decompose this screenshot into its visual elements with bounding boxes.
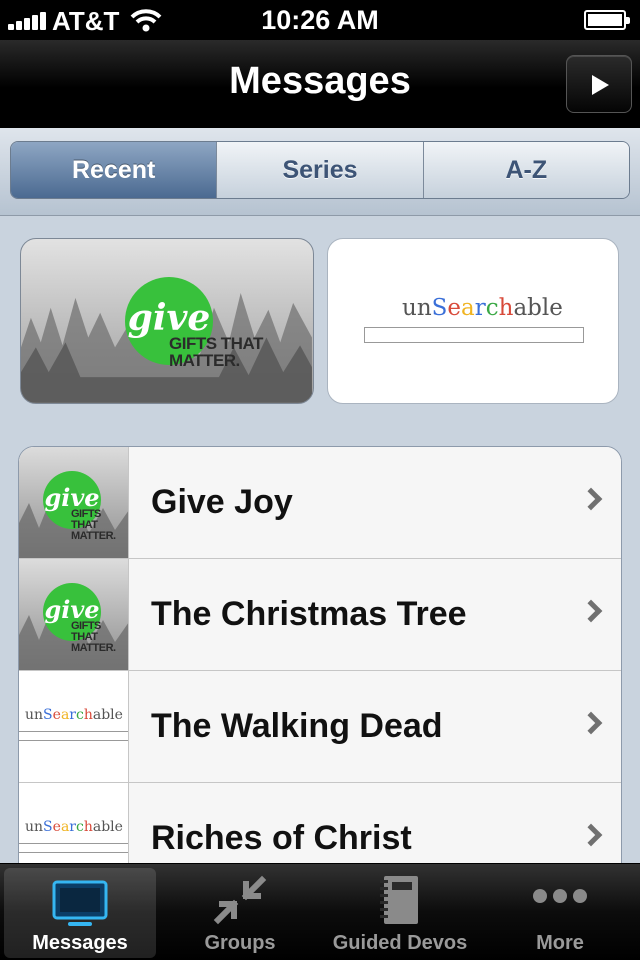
status-time: 10:26 AM <box>261 5 379 35</box>
chevron-right-icon <box>579 711 603 735</box>
segment-series[interactable]: Series <box>217 142 424 198</box>
featured-series-unsearchable[interactable]: unSearchable <box>327 238 619 404</box>
play-button[interactable] <box>566 55 632 113</box>
featured-series-give[interactable]: give GIFTS THAT MATTER. <box>20 238 314 404</box>
unsearchable-search-box <box>19 843 128 853</box>
message-title: The Walking Dead <box>151 707 443 745</box>
tab-messages[interactable]: Messages <box>4 868 156 958</box>
tab-label: Guided Devos <box>332 932 468 954</box>
chevron-right-icon <box>579 599 603 623</box>
message-thumbnail: give GIFTS THAT MATTER. <box>19 447 129 558</box>
segment-a-z[interactable]: A-Z <box>423 142 629 198</box>
page-title: Messages <box>229 60 411 102</box>
message-list: give GIFTS THAT MATTER. Give Joy give GI… <box>18 446 622 863</box>
message-title: The Christmas Tree <box>151 595 467 633</box>
content-area: give GIFTS THAT MATTER. unSearchable giv… <box>0 216 640 863</box>
status-bar: AT&T 10:26 AM <box>0 0 640 40</box>
message-thumbnail: unSearchable <box>19 671 129 782</box>
list-item[interactable]: unSearchable Riches of Christ <box>19 783 621 863</box>
segment-toolbar: Recent Series A-Z <box>0 128 640 216</box>
logo-part-s: S <box>431 295 448 321</box>
logo-part-a: a <box>461 295 475 321</box>
list-item[interactable]: give GIFTS THAT MATTER. Give Joy <box>19 447 621 559</box>
logo-part-r: r <box>474 295 486 321</box>
logo-part-able: able <box>513 295 563 321</box>
logo-part-e: e <box>447 295 462 321</box>
tab-label: Groups <box>204 932 276 954</box>
give-tagline: GIFTS THAT MATTER. <box>169 334 263 370</box>
notebook-icon <box>380 876 418 924</box>
logo-part-h: h <box>498 295 514 321</box>
collapse-arrows-icon <box>213 875 267 925</box>
give-tagline: GIFTS THAT MATTER. <box>71 620 116 654</box>
unsearchable-search-box <box>19 731 128 741</box>
tab-label: Messages <box>32 932 128 954</box>
more-dots-icon <box>533 889 587 903</box>
logo-part-un: un <box>402 295 432 321</box>
monitor-icon <box>52 880 108 926</box>
tab-bar: Messages Groups Guided Devos More <box>0 863 640 960</box>
message-thumbnail: give GIFTS THAT MATTER. <box>19 559 129 670</box>
unsearchable-logo: unSearchable <box>25 707 123 723</box>
navigation-bar: Messages <box>0 40 640 128</box>
list-item[interactable]: unSearchable The Walking Dead <box>19 671 621 783</box>
chevron-right-icon <box>579 823 603 847</box>
play-icon <box>592 75 609 95</box>
list-item[interactable]: give GIFTS THAT MATTER. The Christmas Tr… <box>19 559 621 671</box>
give-tagline: GIFTS THAT MATTER. <box>71 508 116 542</box>
message-title: Give Joy <box>151 483 293 521</box>
tab-groups[interactable]: Groups <box>160 864 320 960</box>
segment-recent[interactable]: Recent <box>11 142 218 198</box>
unsearchable-search-box <box>364 327 584 343</box>
logo-part-c: c <box>485 295 499 321</box>
battery-icon <box>584 10 630 30</box>
message-thumbnail: unSearchable <box>19 783 129 863</box>
chevron-right-icon <box>579 487 603 511</box>
unsearchable-logo: unSearchable <box>402 295 563 321</box>
tab-more[interactable]: More <box>480 864 640 960</box>
segmented-control: Recent Series A-Z <box>10 141 630 199</box>
message-title: Riches of Christ <box>151 819 412 857</box>
tab-guided-devos[interactable]: Guided Devos <box>320 864 480 960</box>
tab-label: More <box>536 932 584 954</box>
unsearchable-logo: unSearchable <box>25 819 123 835</box>
